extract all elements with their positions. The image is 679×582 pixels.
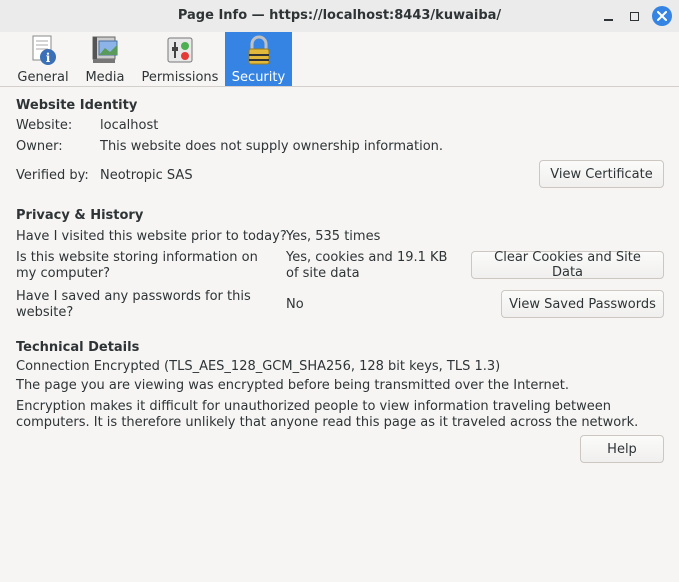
minimize-icon (603, 19, 613, 21)
visited-answer: Yes, 535 times (286, 229, 381, 244)
title-bar: Page Info — https://localhost:8443/kuwai… (0, 0, 679, 32)
tab-bar: i General Media Permissions Security (0, 32, 679, 87)
minimize-button[interactable] (598, 6, 618, 26)
media-icon (92, 36, 118, 63)
website-value: localhost (100, 118, 159, 133)
verified-by-label: Verified by: (16, 168, 89, 183)
website-label: Website: (16, 118, 73, 133)
visited-question: Have I visited this website prior to tod… (16, 229, 287, 244)
passwords-answer: No (286, 297, 304, 312)
close-button[interactable] (652, 6, 672, 26)
owner-value: This website does not supply ownership i… (100, 139, 444, 154)
tab-security[interactable]: Security (225, 32, 292, 86)
verified-by-value: Neotropic SAS (100, 168, 193, 183)
clear-cookies-button[interactable]: Clear Cookies and Site Data (471, 250, 664, 280)
help-button[interactable]: Help (580, 435, 664, 463)
close-icon (657, 11, 667, 21)
tab-media[interactable]: Media (81, 32, 129, 86)
encryption-explanation: Encryption makes it difficult for unauth… (16, 399, 639, 430)
privacy-history-heading: Privacy & History (16, 208, 144, 223)
tab-label: General (17, 70, 69, 85)
owner-label: Owner: (16, 139, 63, 154)
view-certificate-button[interactable]: View Certificate (539, 160, 664, 188)
svg-text:i: i (46, 51, 51, 65)
tab-label: Media (85, 70, 125, 85)
maximize-icon (629, 11, 639, 21)
window-title: Page Info — https://localhost:8443/kuwai… (177, 8, 502, 23)
passwords-question: Have I saved any passwords for this webs… (16, 289, 251, 320)
tab-label: Permissions (141, 70, 219, 85)
tab-general[interactable]: i General (15, 32, 71, 86)
view-saved-passwords-button[interactable]: View Saved Passwords (501, 290, 664, 318)
info-icon: i (32, 35, 56, 65)
connection-status: Connection Encrypted (TLS_AES_128_GCM_SH… (16, 359, 501, 374)
tab-label: Security (231, 70, 286, 85)
website-identity-heading: Website Identity (16, 98, 138, 113)
lock-icon (248, 35, 269, 65)
storing-question: Is this website storing information on m… (16, 250, 258, 281)
tab-permissions[interactable]: Permissions (140, 32, 220, 86)
permissions-icon (167, 37, 193, 63)
technical-details-heading: Technical Details (16, 340, 140, 355)
encryption-note: The page you are viewing was encrypted b… (16, 378, 569, 393)
maximize-button[interactable] (624, 6, 644, 26)
storing-answer: Yes, cookies and 19.1 KB of site data (286, 250, 448, 281)
